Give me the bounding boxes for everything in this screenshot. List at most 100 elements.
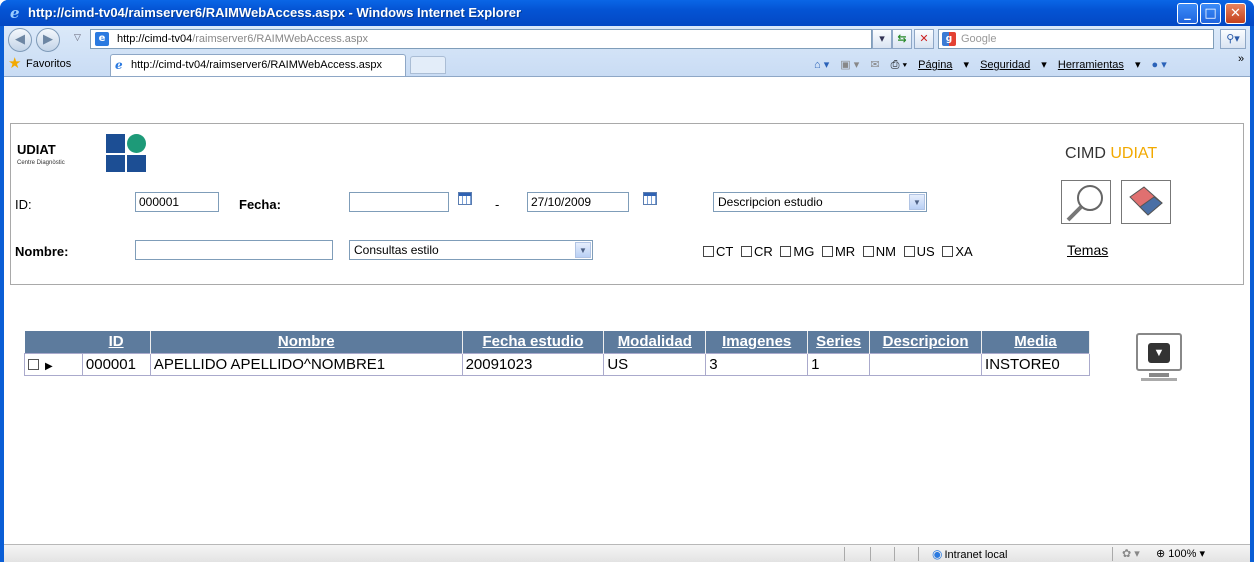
monitor-icon: ▼ xyxy=(1136,333,1182,371)
header-select xyxy=(24,331,83,353)
header-id[interactable]: ID xyxy=(82,331,151,353)
modality-mg-checkbox[interactable] xyxy=(780,246,792,257)
header-series[interactable]: Series xyxy=(807,331,871,353)
modality-cr-label: CR xyxy=(753,244,773,259)
header-imagenes[interactable]: Imagenes xyxy=(705,331,809,353)
maximize-button[interactable]: □ xyxy=(1200,3,1221,24)
logo-square-bl xyxy=(106,155,125,172)
protected-mode-icon[interactable]: ✿ ▾ xyxy=(1122,547,1140,560)
temas-link[interactable]: Temas xyxy=(1067,242,1108,258)
more-chevron[interactable]: » xyxy=(1238,53,1244,65)
row-checkbox[interactable] xyxy=(28,358,39,370)
status-divider xyxy=(1112,547,1113,561)
close-button[interactable]: ✕ xyxy=(1225,3,1246,24)
fecha-to-input[interactable]: 27/10/2009 xyxy=(527,192,629,212)
security-zone[interactable]: ◉ Intranet local xyxy=(932,547,1007,561)
menu-herramientas[interactable]: Herramientas ▾ xyxy=(1058,59,1141,71)
logo-square-br xyxy=(127,155,146,172)
minimize-button[interactable]: _ xyxy=(1177,3,1198,24)
header-fecha-estudio[interactable]: Fecha estudio xyxy=(462,331,605,353)
home-icon[interactable]: ⌂ ▾ xyxy=(814,59,829,71)
id-input[interactable]: 000001 xyxy=(135,192,219,212)
modality-ct-label: CT xyxy=(716,244,734,259)
header-descripcion[interactable]: Descripcion xyxy=(869,331,983,353)
menu-seguridad[interactable]: Seguridad ▾ xyxy=(980,59,1047,71)
search-button[interactable] xyxy=(1061,180,1111,224)
modality-ct-checkbox[interactable] xyxy=(703,246,714,257)
header-modalidad[interactable]: Modalidad xyxy=(603,331,707,353)
favorites-label: Favoritos xyxy=(26,58,72,70)
search-placeholder: Google xyxy=(961,33,997,45)
search-input[interactable]: g Google xyxy=(938,29,1214,49)
status-divider xyxy=(870,547,871,561)
address-bar[interactable]: e http://cimd-tv04/raimserver6/RAIMWebAc… xyxy=(90,29,872,49)
stop-icon[interactable]: ✕ xyxy=(914,29,934,49)
favorites-bar: ★ Favoritos e http://cimd-tv04/raimserve… xyxy=(4,52,1250,76)
zoom-label: 100% xyxy=(1168,548,1197,560)
history-dropdown-icon[interactable]: ▽ xyxy=(74,32,81,43)
status-divider xyxy=(844,547,845,561)
refresh-icon[interactable]: ⇆ xyxy=(892,29,912,49)
date-dash: - xyxy=(495,197,500,212)
browser-tab[interactable]: e http://cimd-tv04/raimserver6/RAIMWebAc… xyxy=(110,54,406,76)
row-arrow-icon[interactable]: ▶ xyxy=(45,361,53,372)
logo-circle xyxy=(127,134,146,153)
cell-modalidad: US xyxy=(603,352,707,376)
chevron-down-icon: ▼ xyxy=(909,194,925,210)
modality-cr-checkbox[interactable] xyxy=(740,246,752,257)
cell-fecha-estudio: 20091023 xyxy=(461,352,605,376)
cell-imagenes: 3 xyxy=(705,352,809,376)
modality-mr-checkbox[interactable] xyxy=(821,246,833,257)
magnifier-icon xyxy=(1066,185,1103,222)
descripcion-select[interactable]: Descripcion estudio ▼ xyxy=(713,192,927,212)
modality-us-checkbox[interactable] xyxy=(903,246,915,257)
modality-nm-label: NM xyxy=(875,244,897,259)
new-tab-button[interactable] xyxy=(410,56,446,74)
forward-button[interactable]: ▶ xyxy=(36,28,60,52)
window-title: http://cimd-tv04/raimserver6/RAIMWebAcce… xyxy=(28,5,522,20)
consultas-select-value: Consultas estilo xyxy=(354,243,439,257)
cell-series: 1 xyxy=(807,352,871,376)
print-icon[interactable]: ⎙ ▾ xyxy=(891,59,907,71)
results-table: ID Nombre Fecha estudio Modalidad Imagen… xyxy=(24,331,1090,376)
modality-xa-checkbox[interactable] xyxy=(942,246,954,257)
consultas-select[interactable]: Consultas estilo ▼ xyxy=(349,240,593,260)
globe-icon: ◉ xyxy=(932,547,943,561)
status-divider xyxy=(918,547,919,561)
status-divider xyxy=(894,547,895,561)
table-header-row: ID Nombre Fecha estudio Modalidad Imagen… xyxy=(24,331,1090,353)
zoom-control[interactable]: ⊕ 100% ▾ xyxy=(1156,547,1205,560)
back-button[interactable]: ◀ xyxy=(8,28,32,52)
monitor-base xyxy=(1141,378,1177,381)
browser-window: e http://cimd-tv04/raimserver6/RAIMWebAc… xyxy=(0,0,1254,562)
page-content: UDIAT Centre Diagnòstic CIMD UDIAT ID: 0… xyxy=(4,76,1250,544)
mail-icon[interactable]: ✉ xyxy=(870,59,879,71)
modality-us-label: US xyxy=(916,244,935,259)
help-icon[interactable]: ● ▾ xyxy=(1152,59,1167,71)
table-row[interactable]: ▶ 000001 APELLIDO APELLIDO^NOMBRE1 20091… xyxy=(24,352,1090,376)
favorites-button[interactable]: ★ Favoritos xyxy=(6,54,71,74)
nombre-input[interactable] xyxy=(135,240,333,260)
calendar-to-icon[interactable] xyxy=(643,192,657,205)
tab-ie-icon: e xyxy=(115,58,123,72)
browser-frame: ◀ ▶ ▽ e http://cimd-tv04/raimserver6/RAI… xyxy=(4,26,1250,562)
clear-button[interactable] xyxy=(1121,180,1171,224)
id-label: ID: xyxy=(15,197,32,212)
viewer-button[interactable]: ▼ xyxy=(1136,333,1182,383)
modality-xa-label: XA xyxy=(955,244,973,259)
search-icon[interactable]: ⚲▾ xyxy=(1220,29,1246,49)
fecha-from-input[interactable] xyxy=(349,192,449,212)
descripcion-select-value: Descripcion estudio xyxy=(718,195,823,209)
address-dropdown-icon[interactable]: ▾ xyxy=(872,29,892,49)
feeds-icon[interactable]: ▣ ▾ xyxy=(840,59,859,71)
google-icon: g xyxy=(942,32,956,46)
modality-mr-label: MR xyxy=(834,244,856,259)
address-host: http://cimd-tv04 xyxy=(117,33,193,45)
nombre-label: Nombre: xyxy=(15,244,69,259)
calendar-from-icon[interactable] xyxy=(458,192,472,205)
modality-nm-checkbox[interactable] xyxy=(862,246,874,257)
header-nombre[interactable]: Nombre xyxy=(150,331,463,353)
header-media[interactable]: Media xyxy=(981,331,1090,353)
logo-square-tl xyxy=(106,134,125,153)
menu-pagina[interactable]: Página ▾ xyxy=(918,59,969,71)
